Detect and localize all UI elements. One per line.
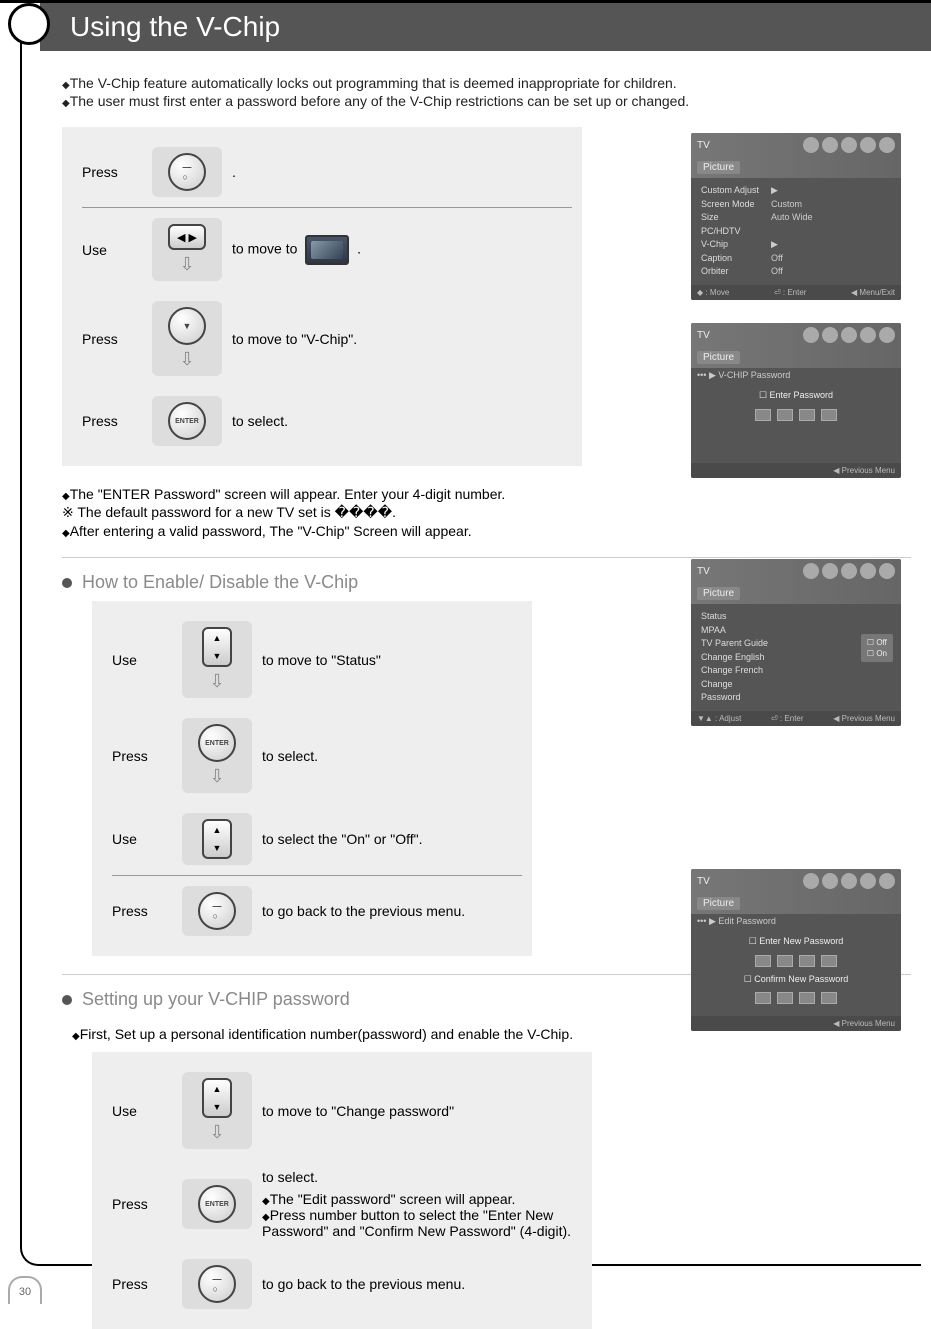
step-row: Press —○ . — [82, 137, 572, 207]
step-desc: to select. — [222, 413, 572, 429]
password-note: ◆The "ENTER Password" screen will appear… — [62, 486, 622, 539]
corner-decoration — [8, 3, 50, 45]
osd-tab: TV — [697, 140, 710, 151]
arrow-down-icon: ⇩ — [209, 766, 224, 787]
step-desc: to move to . — [222, 235, 572, 265]
step-row: Press —○ to go back to the previous menu… — [112, 1249, 582, 1319]
step-action: Press — [82, 413, 152, 429]
status-popup: ☐ Off ☐ On — [861, 634, 893, 662]
menu-button-icon: —○ — [198, 892, 236, 930]
osd-screenshot-enter-password: TV Picture ••• ▶ V-CHIP Password ☐ Enter… — [691, 323, 901, 478]
left-right-button-icon: ◀ ▶ — [168, 224, 206, 250]
up-down-button-icon: ▲▼ — [202, 819, 232, 859]
enter-button-icon: ENTER — [198, 724, 236, 762]
enter-button-icon: ENTER — [168, 402, 206, 440]
steps-group-1: Press —○ . Use ◀ ▶ ⇩ to move to . Press — [62, 127, 582, 466]
step-desc: to move to "V-Chip". — [222, 331, 572, 347]
bullet-icon: ◆ — [62, 98, 70, 109]
arrow-down-icon: ⇩ — [179, 349, 194, 370]
step-row: Press ENTER to select. ◆The "Edit passwo… — [112, 1159, 582, 1249]
menu-button-icon: —○ — [168, 153, 206, 191]
steps-group-3: Use ▲▼ ⇩ to move to "Change password" Pr… — [92, 1052, 592, 1329]
arrow-down-icon: ⇩ — [179, 254, 194, 275]
intro-line-2: The user must first enter a password bef… — [70, 93, 689, 109]
menu-button-icon: —○ — [198, 1265, 236, 1303]
step-row: Use ▲▼ ⇩ to move to "Change password" — [112, 1062, 582, 1159]
step-row: Use ◀ ▶ ⇩ to move to . — [82, 207, 572, 291]
content-frame: ◆The V-Chip feature automatically locks … — [20, 23, 921, 1266]
bullet-icon: ◆ — [62, 80, 70, 91]
arrow-down-icon: ⇩ — [209, 1122, 224, 1143]
step-row: Press ▼ ⇩ to move to "V-Chip". — [82, 291, 572, 386]
step-row: Press ENTER to select. — [82, 386, 572, 456]
password-boxes — [701, 409, 891, 421]
step-row: Press —○ to go back to the previous menu… — [112, 875, 522, 946]
osd-screenshot-picture-menu: TV Picture Custom Adjust▶ Screen ModeCus… — [691, 133, 901, 300]
dot-icon — [62, 578, 72, 588]
steps-group-2: Use ▲▼ ⇩ to move to "Status" Press ENTER… — [92, 601, 532, 956]
step-action: Press — [82, 331, 152, 347]
up-down-button-icon: ▲▼ — [202, 627, 232, 667]
osd-screenshot-edit-password: TV Picture ••• ▶ Edit Password ☐ Enter N… — [691, 869, 901, 1031]
dot-icon — [62, 995, 72, 1005]
step-action: Press — [82, 164, 152, 180]
page-number: 30 — [8, 1276, 42, 1304]
arrow-down-icon: ⇩ — [209, 671, 224, 692]
intro-line-1: The V-Chip feature automatically locks o… — [70, 75, 677, 91]
step-row: Use ▲▼ to select the "On" or "Off". — [112, 803, 522, 875]
down-button-icon: ▼ — [168, 307, 206, 345]
tv-icon — [305, 235, 349, 265]
step-desc: . — [222, 164, 572, 180]
osd-body: Custom Adjust▶ Screen ModeCustom SizeAut… — [691, 178, 901, 285]
intro-text: ◆The V-Chip feature automatically locks … — [62, 75, 911, 109]
manual-page: Using the V-Chip ◆The V-Chip feature aut… — [0, 0, 931, 1306]
enter-button-icon: ENTER — [198, 1185, 236, 1223]
step-action: Use — [82, 242, 152, 258]
step-row: Press ENTER ⇩ to select. — [112, 708, 522, 803]
up-down-button-icon: ▲▼ — [202, 1078, 232, 1118]
step-row: Use ▲▼ ⇩ to move to "Status" — [112, 611, 522, 708]
osd-screenshot-vchip-status: TV Picture Status MPAA TV Parent Guide C… — [691, 559, 901, 726]
osd-section: Picture — [697, 161, 740, 174]
